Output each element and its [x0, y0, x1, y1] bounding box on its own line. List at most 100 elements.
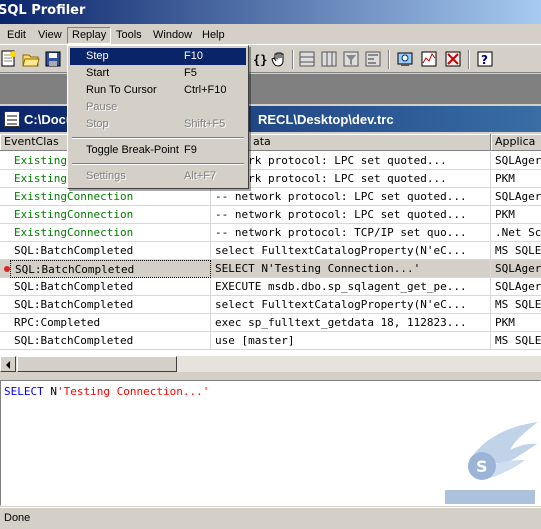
- sql-keyword: SELECT: [4, 385, 44, 398]
- cell-eventclass: SQL:BatchCompleted: [10, 278, 211, 296]
- menu-item-shortcut: F10: [184, 50, 203, 62]
- column-header-application[interactable]: Applica: [491, 134, 541, 151]
- cell-eventclass: ExistingConnection: [10, 224, 211, 242]
- cell-textdata: SELECT N'Testing Connection...': [211, 260, 491, 278]
- table-row[interactable]: SQL:BatchCompleted SELECT N'Testing Conne…: [0, 260, 541, 278]
- svg-text:?: ?: [481, 53, 488, 67]
- cell-application: PKM: [491, 314, 541, 332]
- menu-help[interactable]: Help: [198, 27, 229, 44]
- menu-item-start[interactable]: Start F5: [70, 65, 246, 82]
- status-bar: Done: [0, 507, 541, 529]
- menu-separator: [72, 163, 244, 165]
- cell-application: .Net Sc: [491, 224, 541, 242]
- cell-eventclass: ExistingConnection: [10, 188, 211, 206]
- cell-application: PKM: [491, 170, 541, 188]
- replay-menu: Step F10 Start F5 Run To Cursor Ctrl+F10 Pa…: [67, 45, 249, 189]
- svg-text:{}: {}: [253, 53, 267, 67]
- menu-item-label: Run To Cursor: [86, 84, 157, 96]
- pane-splitter[interactable]: [0, 372, 541, 380]
- scrollbar-thumb[interactable]: [17, 356, 177, 372]
- menu-item-shortcut: Ctrl+F10: [184, 84, 227, 96]
- menu-item-run-to-cursor[interactable]: Run To Cursor Ctrl+F10: [70, 82, 246, 99]
- cell-application: MS SQLE: [491, 332, 541, 350]
- cell-eventclass: SQL:BatchCompleted: [10, 260, 211, 278]
- open-folder-icon[interactable]: [22, 50, 40, 68]
- braces-icon[interactable]: {}: [252, 50, 270, 68]
- cell-textdata: use [master]: [211, 332, 491, 350]
- menu-item-step[interactable]: Step F10: [70, 48, 246, 65]
- svg-text:S: S: [476, 457, 488, 476]
- event-text-line: SELECT N'Testing Connection...': [4, 385, 209, 398]
- cell-textdata: select FulltextCatalogProperty(N'eC...: [211, 296, 491, 314]
- table-row[interactable]: SQL:BatchCompleted EXECUTE msdb.dbo.sp_sq…: [0, 278, 541, 296]
- toolbar-separator: [468, 50, 470, 69]
- menu-item-label: Settings: [86, 170, 126, 182]
- menu-window[interactable]: Window: [149, 27, 196, 44]
- trace-window-title-right: RECL\Desktop\dev.trc: [258, 112, 394, 127]
- toolbar-separator: [388, 50, 390, 69]
- menu-edit[interactable]: Edit: [3, 27, 30, 44]
- menu-replay[interactable]: Replay: [67, 27, 112, 44]
- columns-icon[interactable]: [320, 50, 338, 68]
- table-row[interactable]: SQL:BatchCompleted select FulltextCatalog…: [0, 242, 541, 260]
- menu-item-pause: Pause: [70, 99, 246, 116]
- new-trace-icon[interactable]: [0, 50, 18, 68]
- table-row[interactable]: ExistingConnection -- network protocol: L…: [0, 188, 541, 206]
- watermark-logo: S: [445, 422, 538, 504]
- sql-prefix: N: [43, 385, 57, 398]
- toolbar-separator: [292, 50, 294, 69]
- scroll-left-arrow-icon: [6, 361, 10, 369]
- horizontal-scrollbar[interactable]: [0, 356, 541, 372]
- cell-eventclass: SQL:BatchCompleted: [10, 332, 211, 350]
- cell-application: SQLAger: [491, 152, 541, 170]
- menu-item-label: Stop: [86, 118, 109, 130]
- cell-application: SQLAger: [491, 188, 541, 206]
- properties-icon[interactable]: [396, 50, 414, 68]
- clear-icon[interactable]: [444, 50, 462, 68]
- menu-view[interactable]: View: [34, 27, 66, 44]
- menu-item-label: Pause: [86, 101, 118, 113]
- menu-item-stop: Stop Shift+F5: [70, 116, 246, 133]
- trace-file-icon: [4, 111, 20, 127]
- table-row[interactable]: ExistingConnection -- network protocol: T…: [0, 224, 541, 242]
- cell-application: MS SQLE: [491, 242, 541, 260]
- cell-application: MS SQLE: [491, 296, 541, 314]
- cell-eventclass: RPC:Completed: [10, 314, 211, 332]
- cell-textdata: EXECUTE msdb.dbo.sp_sqlagent_get_pe...: [211, 278, 491, 296]
- cell-eventclass: SQL:BatchCompleted: [10, 296, 211, 314]
- table-row[interactable]: ExistingConnection -- network protocol: L…: [0, 206, 541, 224]
- cell-eventclass: ExistingConnection: [10, 206, 211, 224]
- menu-item-shortcut: Alt+F7: [184, 170, 217, 182]
- hand-icon[interactable]: [270, 50, 288, 68]
- cell-textdata: network protocol: LPC set quoted...: [211, 152, 491, 170]
- table-row[interactable]: RPC:Completed exec sp_fulltext_getdata 18…: [0, 314, 541, 332]
- filter-icon[interactable]: [342, 50, 360, 68]
- cell-textdata: exec sp_fulltext_getdata 18, 112823...: [211, 314, 491, 332]
- group-icon[interactable]: [364, 50, 382, 68]
- menu-item-settings: Settings Alt+F7: [70, 168, 246, 185]
- cell-textdata: -- network protocol: LPC set quoted...: [211, 206, 491, 224]
- app-title-bar: SQL Profiler: [0, 0, 541, 24]
- status-text: Done: [4, 512, 31, 524]
- menu-separator: [72, 137, 244, 139]
- menu-item-label: Step: [86, 50, 109, 62]
- menu-item-toggle-breakpoint[interactable]: Toggle Break-Point F9: [70, 142, 246, 159]
- scroll-left-button[interactable]: [0, 356, 16, 372]
- cell-eventclass: SQL:BatchCompleted: [10, 242, 211, 260]
- help-icon[interactable]: ?: [476, 50, 494, 68]
- menu-item-shortcut: F5: [184, 67, 197, 79]
- column-header-textdata[interactable]: ata: [211, 134, 491, 151]
- cell-textdata: network protocol: LPC set quoted...: [211, 170, 491, 188]
- sql-string: 'Testing Connection...': [57, 385, 210, 398]
- cell-textdata: -- network protocol: TCP/IP set quo...: [211, 224, 491, 242]
- cell-application: SQLAger: [491, 278, 541, 296]
- menu-item-label: Start: [86, 67, 110, 79]
- cell-textdata: select FulltextCatalogProperty(N'eC...: [211, 242, 491, 260]
- menu-tools[interactable]: Tools: [112, 27, 146, 44]
- table-row[interactable]: SQL:BatchCompleted use [master] MS SQLE: [0, 332, 541, 350]
- trace-icon[interactable]: [420, 50, 438, 68]
- menu-bar: Edit View Replay Tools Window Help: [0, 25, 541, 45]
- save-icon[interactable]: [44, 50, 62, 68]
- grid-layout-icon[interactable]: [298, 50, 316, 68]
- table-row[interactable]: SQL:BatchCompleted select FulltextCatalog…: [0, 296, 541, 314]
